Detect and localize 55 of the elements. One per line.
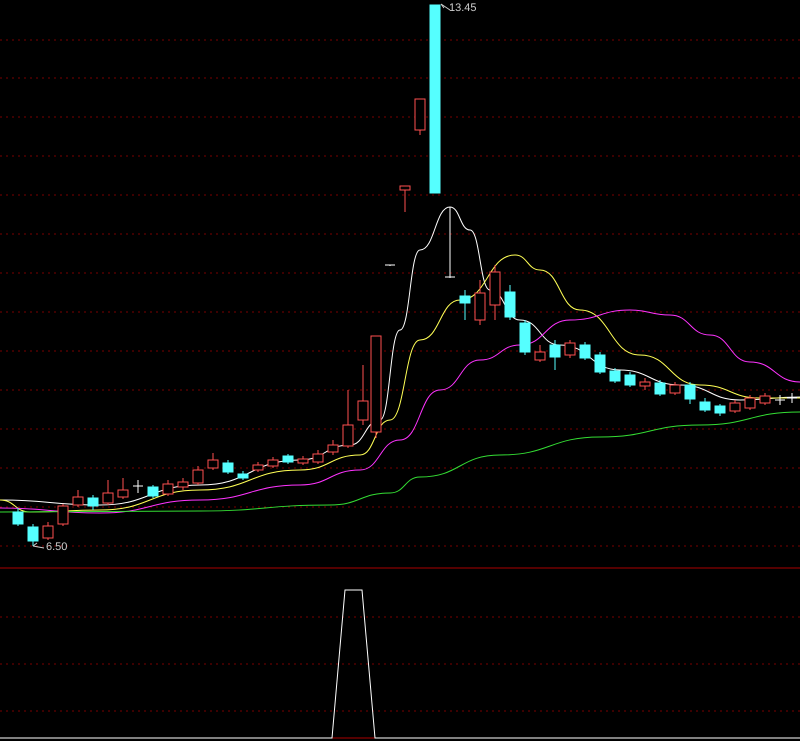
high-price-label: 13.45	[449, 3, 477, 14]
candlestick	[162, 480, 174, 496]
candlestick	[72, 490, 84, 508]
candlestick	[118, 478, 128, 500]
candlestick	[312, 450, 324, 464]
candlestick	[268, 456, 278, 468]
candlestick	[208, 452, 218, 470]
candlestick	[58, 504, 68, 526]
candlestick	[88, 494, 98, 510]
candlestick	[192, 466, 204, 486]
candlestick	[610, 368, 620, 384]
candlestick	[580, 342, 590, 360]
candlestick	[730, 400, 740, 414]
candlestick	[520, 320, 530, 356]
candlestick	[774, 394, 786, 406]
candlestick	[654, 380, 666, 396]
candlestick	[640, 378, 650, 390]
candlestick	[298, 456, 308, 466]
candlestick	[444, 206, 456, 278]
candlestick	[102, 480, 114, 506]
candlestick	[148, 484, 158, 498]
candlestick	[624, 372, 636, 388]
candlestick	[328, 440, 338, 456]
candlestick	[504, 284, 516, 320]
candlestick	[670, 382, 680, 396]
candlestick	[132, 480, 144, 494]
candlestick	[490, 264, 500, 320]
candlestick	[178, 478, 188, 490]
candlestick	[786, 392, 798, 404]
candlestick	[238, 470, 248, 480]
candlestick	[400, 186, 410, 212]
candlestick	[534, 344, 546, 362]
low-price-label: 6.50	[46, 542, 68, 553]
candlestick	[252, 462, 264, 472]
leader-line	[440, 4, 450, 10]
candlestick	[744, 394, 756, 410]
candlestick	[564, 340, 576, 358]
candlestick	[460, 290, 470, 320]
candlestick	[342, 390, 354, 448]
candlestick	[760, 392, 770, 406]
candlestick	[700, 398, 710, 412]
candlestick	[358, 364, 368, 426]
candlestick	[474, 280, 486, 326]
candlestick	[414, 98, 426, 136]
candlestick	[714, 404, 726, 416]
candlestick	[28, 524, 38, 546]
leader-line	[32, 542, 44, 548]
candlestick	[684, 382, 696, 404]
candlestick	[594, 352, 606, 374]
candlestick	[222, 460, 234, 474]
candlestick	[550, 340, 560, 370]
candlestick	[12, 508, 24, 526]
candlestick	[282, 454, 294, 464]
candlestick	[384, 264, 396, 266]
candlestick	[42, 522, 54, 540]
